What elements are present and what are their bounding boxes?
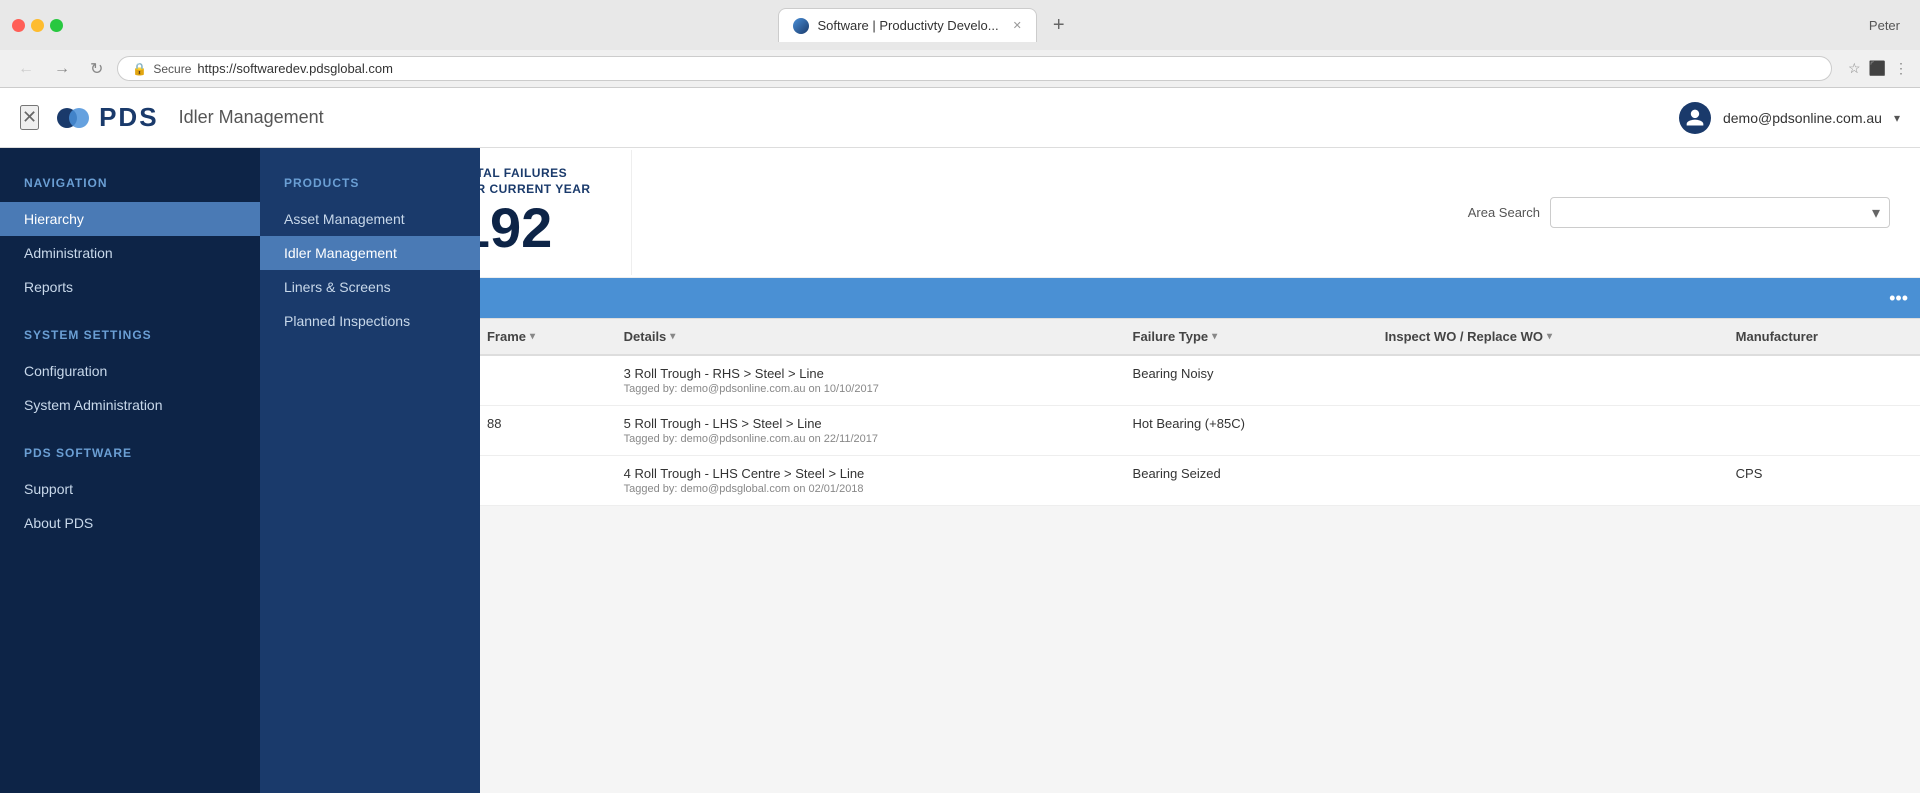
row-details-cell: 3 Roll Trough - RHS > Steel > Line Tagge…	[610, 355, 1119, 406]
row-inspect-wo-cell	[1371, 456, 1722, 506]
product-item-planned[interactable]: Planned Inspections	[260, 304, 480, 338]
frame-filter-arrow: ▾	[530, 331, 535, 342]
nav-section-products-title: PRODUCTS	[260, 168, 480, 198]
area-search-label: Area Search	[1468, 205, 1540, 220]
row-failure-type-cell: Hot Bearing (+85C)	[1119, 406, 1371, 456]
app-body: NAVIGATION Hierarchy Administration Repo…	[0, 148, 1920, 793]
area-search-select[interactable]	[1550, 197, 1890, 228]
details-filter-arrow: ▾	[670, 331, 675, 342]
product-item-asset[interactable]: Asset Management	[260, 202, 480, 236]
row-frame-cell	[473, 355, 610, 406]
area-search-wrapper	[1550, 197, 1890, 228]
browser-chrome: Software | Productivty Develo... ✕ + Pet…	[0, 0, 1920, 88]
bookmark-icon[interactable]: ☆	[1848, 60, 1861, 77]
pds-logo-icon	[55, 100, 91, 136]
sidebar-item-reports[interactable]: Reports	[0, 270, 260, 304]
row-manufacturer-cell	[1722, 406, 1920, 456]
hierarchy-label: Hierarchy	[24, 211, 84, 227]
sidebar-item-about[interactable]: About PDS	[0, 506, 260, 540]
nav-divider-1	[0, 304, 260, 320]
nav-col-right: PRODUCTS Asset Management Idler Manageme…	[260, 148, 480, 793]
row-failure-type-cell: Bearing Seized	[1119, 456, 1371, 506]
user-dropdown-arrow[interactable]: ▾	[1894, 111, 1900, 125]
nav-col-left: NAVIGATION Hierarchy Administration Repo…	[0, 148, 260, 793]
sidebar-item-system-admin[interactable]: System Administration	[0, 388, 260, 422]
row-inspect-wo-cell	[1371, 406, 1722, 456]
close-menu-button[interactable]: ✕	[20, 105, 39, 130]
minimize-traffic-light[interactable]	[31, 19, 44, 32]
close-traffic-light[interactable]	[12, 19, 25, 32]
row-manufacturer-cell: CPS	[1722, 456, 1920, 506]
reports-label: Reports	[24, 279, 73, 295]
col-header-failure-type: Failure Type ▾	[1119, 319, 1371, 355]
administration-label: Administration	[24, 245, 113, 261]
asset-management-label: Asset Management	[284, 211, 405, 227]
sidebar-item-administration[interactable]: Administration	[0, 236, 260, 270]
col-header-details: Details ▾	[610, 319, 1119, 355]
inspect-wo-filter-arrow: ▾	[1547, 331, 1552, 342]
row-frame-cell: 88	[473, 406, 610, 456]
col-header-frame: Frame ▾	[473, 319, 610, 355]
active-tab[interactable]: Software | Productivty Develo... ✕	[778, 8, 1036, 42]
user-email: demo@pdsonline.com.au	[1723, 110, 1882, 126]
tab-close-button[interactable]: ✕	[1013, 19, 1022, 32]
area-search-container: Area Search	[1468, 197, 1890, 228]
url-text: https://softwaredev.pdsglobal.com	[197, 61, 1817, 76]
address-bar[interactable]: 🔒 Secure https://softwaredev.pdsglobal.c…	[117, 56, 1832, 81]
user-avatar	[1679, 102, 1711, 134]
sidebar-item-configuration[interactable]: Configuration	[0, 354, 260, 388]
traffic-lights	[12, 19, 63, 32]
logo-text: PDS	[99, 102, 158, 133]
row-manufacturer-cell	[1722, 355, 1920, 406]
row-inspect-wo-cell	[1371, 355, 1722, 406]
browser-user-label: Peter	[1869, 18, 1900, 33]
secure-label: Secure	[153, 62, 191, 76]
tab-favicon	[793, 18, 809, 34]
failure-type-filter-arrow: ▾	[1212, 331, 1217, 342]
row-failure-type-cell: Bearing Noisy	[1119, 355, 1371, 406]
secure-icon: 🔒	[132, 62, 147, 76]
col-header-manufacturer: Manufacturer	[1722, 319, 1920, 355]
tab-bar: Software | Productivty Develo... ✕ +	[766, 8, 1084, 42]
sidebar-item-support[interactable]: Support	[0, 472, 260, 506]
nav-divider-2	[0, 422, 260, 438]
app-title: Idler Management	[179, 107, 324, 128]
nav-section-pds-title: PDS SOFTWARE	[0, 438, 260, 468]
cast-icon[interactable]: ⬛	[1869, 60, 1886, 77]
nav-section-navigation-title: NAVIGATION	[0, 168, 260, 198]
tab-title: Software | Productivty Develo...	[817, 18, 998, 33]
header-right: demo@pdsonline.com.au ▾	[1679, 102, 1900, 134]
support-label: Support	[24, 481, 73, 497]
nav-dropdown: NAVIGATION Hierarchy Administration Repo…	[0, 148, 480, 793]
table-actions: •••	[1877, 278, 1920, 318]
planned-inspections-label: Planned Inspections	[284, 313, 410, 329]
col-header-inspect-wo: Inspect WO / Replace WO ▾	[1371, 319, 1722, 355]
logo-container: PDS	[55, 100, 158, 136]
app-header: ✕ PDS Idler Management demo@pdsonline.co…	[0, 88, 1920, 148]
back-button[interactable]: ←	[12, 58, 40, 80]
sidebar-item-hierarchy[interactable]: Hierarchy	[0, 202, 260, 236]
row-frame-cell	[473, 456, 610, 506]
idler-management-label: Idler Management	[284, 245, 397, 261]
about-label: About PDS	[24, 515, 93, 531]
forward-button[interactable]: →	[48, 58, 76, 80]
configuration-label: Configuration	[24, 363, 107, 379]
row-details-cell: 4 Roll Trough - LHS Centre > Steel > Lin…	[610, 456, 1119, 506]
table-more-button[interactable]: •••	[1889, 288, 1908, 309]
product-item-liners[interactable]: Liners & Screens	[260, 270, 480, 304]
system-admin-label: System Administration	[24, 397, 163, 413]
product-item-idler[interactable]: Idler Management	[260, 236, 480, 270]
row-details-cell: 5 Roll Trough - LHS > Steel > Line Tagge…	[610, 406, 1119, 456]
maximize-traffic-light[interactable]	[50, 19, 63, 32]
nav-section-settings-title: SYSTEM SETTINGS	[0, 320, 260, 350]
browser-bar-actions: ☆ ⬛ ⋮	[1848, 60, 1908, 77]
reload-button[interactable]: ↻	[84, 57, 109, 81]
menu-icon[interactable]: ⋮	[1894, 60, 1908, 77]
browser-addressbar: ← → ↻ 🔒 Secure https://softwaredev.pdsgl…	[0, 50, 1920, 87]
new-tab-button[interactable]: +	[1045, 10, 1073, 41]
liners-screens-label: Liners & Screens	[284, 279, 391, 295]
browser-titlebar: Software | Productivty Develo... ✕ + Pet…	[0, 0, 1920, 50]
